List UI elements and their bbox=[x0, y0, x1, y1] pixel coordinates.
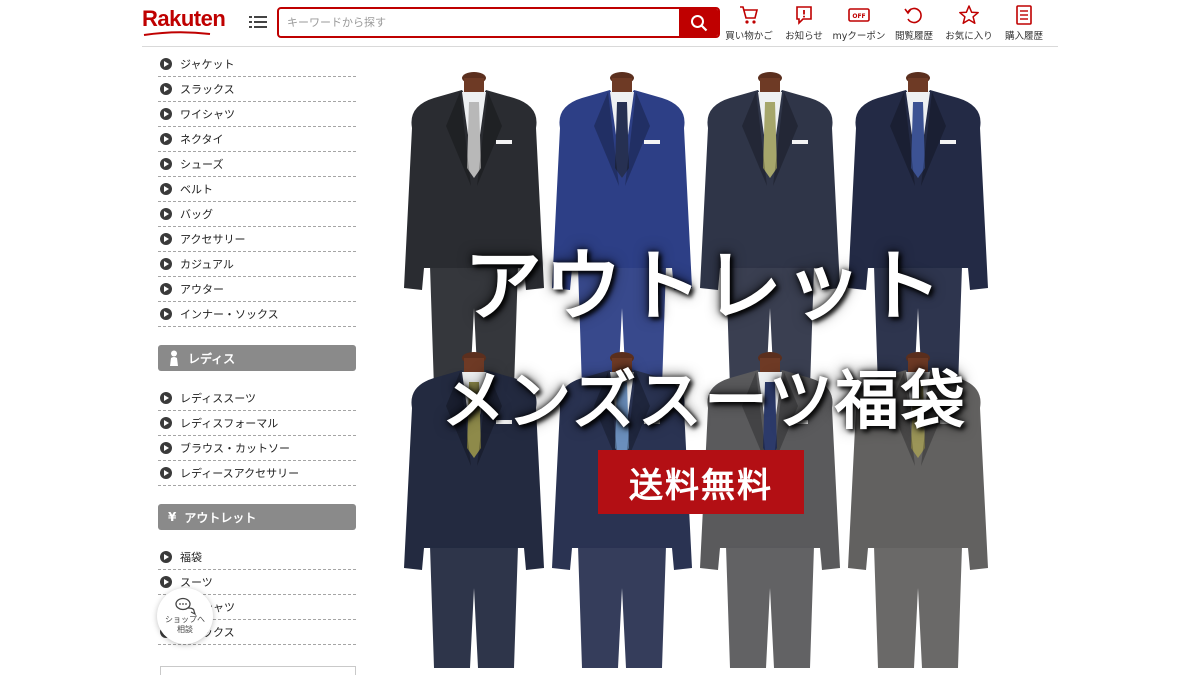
sidebar-item-accessory[interactable]: アクセサリー bbox=[158, 227, 356, 252]
arrow-bullet-icon bbox=[160, 283, 172, 295]
ladies-heading-label: レディス bbox=[188, 351, 236, 366]
history-icon bbox=[904, 7, 922, 24]
free-shipping-badge: 送料無料 bbox=[598, 450, 804, 514]
sidebar-item-label: レディースアクセサリー bbox=[180, 467, 300, 480]
outlet-banner[interactable]: アウトレット メンズスーツ福袋 送料無料 bbox=[390, 58, 1018, 672]
nav-history[interactable]: 閲覧履歴 bbox=[886, 4, 942, 44]
sidebar-item-inner-socks[interactable]: インナー・ソックス bbox=[158, 302, 356, 327]
yen-icon: ¥ bbox=[168, 510, 177, 524]
nav-favorites[interactable]: お気に入り bbox=[941, 4, 997, 44]
header-nav: 買い物かご お知らせ OFF myクーポン 閲覧履歴 お気に入り 購入履歴 bbox=[722, 4, 1052, 44]
sidebar-item-shoes[interactable]: シューズ bbox=[158, 152, 356, 177]
sidebar-item-ladies-formal[interactable]: レディスフォーマル bbox=[158, 411, 356, 436]
sidebar-item-label: アクセサリー bbox=[180, 233, 246, 246]
arrow-bullet-icon bbox=[160, 308, 172, 320]
logo-swoosh-icon bbox=[143, 31, 211, 36]
search-icon bbox=[690, 14, 707, 31]
menu-icon[interactable] bbox=[249, 13, 267, 31]
coupon-icon: OFF bbox=[848, 8, 870, 22]
star-icon bbox=[959, 5, 979, 25]
notice-icon bbox=[796, 6, 812, 25]
search-bar bbox=[277, 7, 720, 38]
mens-category-list: ジャケット スラックス ワイシャツ ネクタイ シューズ ベルト バッグ アクセサ… bbox=[158, 52, 356, 327]
sidebar-item-label: レディススーツ bbox=[180, 392, 257, 405]
search-input[interactable] bbox=[279, 9, 679, 36]
nav-favorites-label: お気に入り bbox=[945, 31, 993, 42]
arrow-bullet-icon bbox=[160, 551, 172, 563]
arrow-bullet-icon bbox=[160, 258, 172, 270]
sidebar-item-label: バッグ bbox=[180, 208, 213, 221]
nav-purchase-history[interactable]: 購入履歴 bbox=[996, 4, 1052, 44]
arrow-bullet-icon bbox=[160, 467, 172, 479]
ladies-category-list: レディススーツ レディスフォーマル ブラウス・カットソー レディースアクセサリー bbox=[158, 386, 356, 486]
arrow-bullet-icon bbox=[160, 442, 172, 454]
receipt-icon bbox=[1016, 5, 1032, 25]
chat-bubbles-icon bbox=[175, 597, 196, 615]
nav-coupon[interactable]: OFF myクーポン bbox=[831, 4, 887, 44]
nav-cart-label: 買い物かご bbox=[725, 31, 773, 42]
sidebar-item-label: スラックス bbox=[180, 83, 235, 96]
search-button[interactable] bbox=[679, 9, 718, 36]
banner-title-mens-suit-lucky-bag: メンズスーツ福袋 bbox=[441, 365, 967, 439]
sidebar-item-slacks[interactable]: スラックス bbox=[158, 77, 356, 102]
sidebar-item-bag[interactable]: バッグ bbox=[158, 202, 356, 227]
sidebar-item-casual[interactable]: カジュアル bbox=[158, 252, 356, 277]
sidebar-item-jacket[interactable]: ジャケット bbox=[158, 52, 356, 77]
sidebar-item-outer[interactable]: アウター bbox=[158, 277, 356, 302]
sidebar-item-ladies-accessory[interactable]: レディースアクセサリー bbox=[158, 461, 356, 486]
sidebar-item-label: カジュアル bbox=[180, 258, 234, 271]
shop-chat-button[interactable]: ショップへ相談 bbox=[157, 588, 213, 644]
arrow-bullet-icon bbox=[160, 133, 172, 145]
sidebar-item-belt[interactable]: ベルト bbox=[158, 177, 356, 202]
sidebar-item-necktie[interactable]: ネクタイ bbox=[158, 127, 356, 152]
sidebar-item-ladies-suit[interactable]: レディススーツ bbox=[158, 386, 356, 411]
sidebar-item-label: インナー・ソックス bbox=[180, 308, 279, 321]
sidebar-item-lucky-bag[interactable]: 福袋 bbox=[158, 545, 356, 570]
nav-notice[interactable]: お知らせ bbox=[776, 4, 832, 44]
sidebar-item-label: ベルト bbox=[180, 183, 213, 196]
nav-coupon-label: myクーポン bbox=[832, 31, 886, 42]
arrow-bullet-icon bbox=[160, 158, 172, 170]
sidebar-item-label: ネクタイ bbox=[180, 133, 224, 146]
ladies-category-heading[interactable]: レディス bbox=[158, 345, 356, 371]
nav-notice-label: お知らせ bbox=[785, 31, 823, 42]
sidebar-item-label: ブラウス・カットソー bbox=[180, 442, 290, 455]
category-sidebar: ジャケット スラックス ワイシャツ ネクタイ シューズ ベルト バッグ アクセサ… bbox=[158, 52, 356, 645]
nav-history-label: 閲覧履歴 bbox=[894, 31, 933, 42]
sidebar-item-blouse[interactable]: ブラウス・カットソー bbox=[158, 436, 356, 461]
sidebar-item-label: レディスフォーマル bbox=[180, 417, 279, 430]
sidebar-item-label: シューズ bbox=[180, 158, 224, 171]
arrow-bullet-icon bbox=[160, 233, 172, 245]
site-header: Rakuten 買い物かご bbox=[0, 0, 1200, 46]
woman-icon bbox=[170, 350, 178, 366]
arrow-bullet-icon bbox=[160, 183, 172, 195]
sidebar-item-label: ワイシャツ bbox=[180, 108, 235, 121]
sidebar-item-label: ジャケット bbox=[180, 58, 235, 71]
nav-purchase-label: 購入履歴 bbox=[1004, 31, 1043, 42]
sidebar-item-shirt[interactable]: ワイシャツ bbox=[158, 102, 356, 127]
chat-label: ショップへ相談 bbox=[165, 615, 205, 634]
cart-icon bbox=[740, 6, 759, 24]
sidebar-item-label: 福袋 bbox=[180, 551, 202, 564]
arrow-bullet-icon bbox=[160, 576, 172, 588]
sidebar-next-box bbox=[160, 666, 356, 675]
outlet-category-heading[interactable]: ¥ アウトレット bbox=[158, 504, 356, 530]
nav-cart[interactable]: 買い物かご bbox=[721, 4, 777, 44]
arrow-bullet-icon bbox=[160, 108, 172, 120]
arrow-bullet-icon bbox=[160, 417, 172, 429]
sidebar-item-label: アウター bbox=[180, 283, 224, 296]
arrow-bullet-icon bbox=[160, 208, 172, 220]
rakuten-logo[interactable]: Rakuten bbox=[142, 6, 226, 32]
arrow-bullet-icon bbox=[160, 392, 172, 404]
arrow-bullet-icon bbox=[160, 58, 172, 70]
header-divider bbox=[142, 46, 1058, 47]
outlet-heading-label: アウトレット bbox=[184, 510, 257, 525]
svg-text:OFF: OFF bbox=[852, 13, 865, 20]
banner-title-outlet: アウトレット bbox=[463, 242, 944, 332]
arrow-bullet-icon bbox=[160, 83, 172, 95]
